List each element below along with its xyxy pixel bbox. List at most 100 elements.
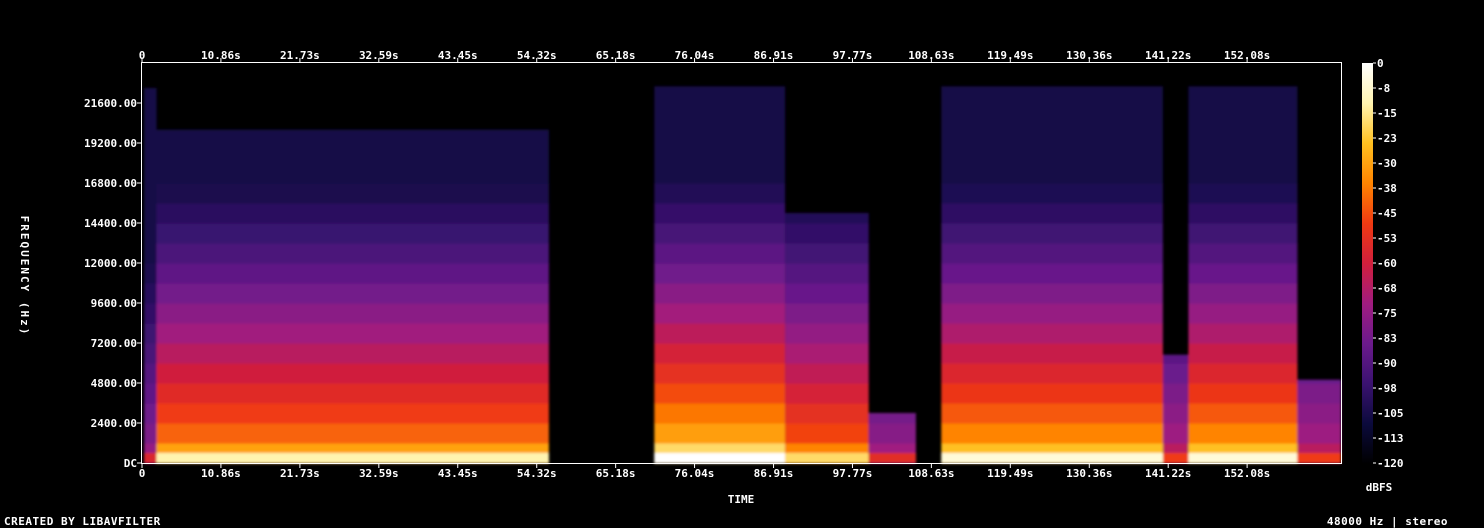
x-tick-label: 97.77s <box>833 467 873 480</box>
spectrogram-heatmap <box>144 86 1341 464</box>
colorbar-tick-label: -30 <box>1377 157 1397 170</box>
x-tick-label: 86.91s <box>754 467 794 480</box>
heat-cell <box>868 423 916 444</box>
heat-cell <box>144 423 157 444</box>
colorbar-tick-label: -45 <box>1377 207 1397 220</box>
heat-cell <box>654 223 786 244</box>
colorbar-tick-label: -75 <box>1377 307 1397 320</box>
colorbar-tick-label: -83 <box>1377 332 1397 345</box>
spectrogram-segment <box>144 88 157 464</box>
heat-cell <box>654 423 786 444</box>
heat-cell <box>1297 379 1341 384</box>
heat-cell <box>1188 323 1298 344</box>
heat-cell <box>1297 453 1341 463</box>
heat-cell <box>156 423 549 444</box>
heat-cell <box>654 143 786 164</box>
heat-cell <box>1188 343 1298 364</box>
heat-cell <box>1188 123 1298 144</box>
x-tick-label: 54.32s <box>517 467 557 480</box>
spectrogram-segment <box>1188 86 1298 464</box>
colorbar-tick-label: -15 <box>1377 107 1397 120</box>
heat-cell <box>654 103 786 124</box>
x-tick-label: 152.08s <box>1224 49 1270 62</box>
heat-cell <box>1188 383 1298 404</box>
x-tick-label: 43.45s <box>438 467 478 480</box>
colorbar <box>1362 63 1373 464</box>
heat-cell <box>941 86 1163 104</box>
heat-cell <box>144 363 157 384</box>
heat-cell <box>1188 203 1298 224</box>
heat-cell <box>941 183 1163 204</box>
x-tick-label: 10.86s <box>201 467 241 480</box>
heat-cell <box>785 213 869 224</box>
heat-cell <box>144 88 157 104</box>
heat-cell <box>785 283 869 304</box>
heat-cell <box>785 423 869 444</box>
y-axis-label: FREQUENCY (Hz) <box>18 216 31 337</box>
x-axis-bottom: 0 10.86s 21.73s 32.59s 43.45s 54.32s 65.18s 76.… <box>139 464 1270 480</box>
heat-cell <box>654 263 786 284</box>
heat-cell <box>1188 103 1298 124</box>
x-tick-label: 86.91s <box>754 49 794 62</box>
heat-cell <box>941 403 1163 424</box>
x-tick-label: 43.45s <box>438 49 478 62</box>
heat-cell <box>654 163 786 184</box>
format-text: 48000 Hz | stereo <box>1326 515 1448 528</box>
y-tick-label: DC <box>124 457 137 470</box>
heat-cell <box>1297 403 1341 424</box>
heat-cell <box>156 453 549 463</box>
spectrogram-segment <box>941 86 1163 464</box>
heat-cell <box>654 303 786 324</box>
x-tick-label: 130.36s <box>1066 467 1112 480</box>
heat-cell <box>654 283 786 304</box>
x-tick-label: 108.63s <box>908 49 954 62</box>
spectrogram-segment <box>868 413 916 464</box>
heat-cell <box>941 323 1163 344</box>
heat-cell <box>654 123 786 144</box>
x-tick-label: 76.04s <box>675 467 715 480</box>
y-tick-label: 4800.00 <box>91 377 137 390</box>
x-tick-label: 97.77s <box>833 49 873 62</box>
colorbar-tick-label: -98 <box>1377 382 1397 395</box>
heat-cell <box>868 453 916 463</box>
spectrogram-segment <box>654 86 786 464</box>
heat-cell <box>156 163 549 184</box>
colorbar-ticks: 0 -8 -15 -23 -30 -38 -45 -53 -60 -68 -75 -83 -90 -98 -… <box>1373 57 1404 470</box>
heat-cell <box>785 263 869 284</box>
x-tick-label: 108.63s <box>908 467 954 480</box>
heat-cell <box>156 403 549 424</box>
heat-cell <box>1163 363 1189 384</box>
heat-cell <box>868 413 916 424</box>
heat-cell <box>1297 423 1341 444</box>
x-tick-label: 65.18s <box>596 467 636 480</box>
heat-cell <box>156 383 549 404</box>
heat-cell <box>1163 383 1189 404</box>
heat-cell <box>1188 363 1298 384</box>
x-axis-label: TIME <box>728 493 755 506</box>
x-tick-label: 65.18s <box>596 49 636 62</box>
heat-cell <box>1163 453 1189 463</box>
heat-cell <box>156 243 549 264</box>
heat-cell <box>156 129 549 144</box>
heat-cell <box>1188 303 1298 324</box>
heat-cell <box>941 303 1163 324</box>
y-tick-label: 9600.00 <box>91 297 137 310</box>
heat-cell <box>654 243 786 264</box>
heat-cell <box>941 143 1163 164</box>
heat-cell <box>941 343 1163 364</box>
x-tick-label: 119.49s <box>987 49 1033 62</box>
colorbar-tick-label: -38 <box>1377 182 1397 195</box>
heat-cell <box>654 183 786 204</box>
colorbar-tick-label: -60 <box>1377 257 1397 270</box>
x-tick-label: 141.22s <box>1145 49 1191 62</box>
heat-cell <box>1188 283 1298 304</box>
heat-cell <box>144 403 157 424</box>
spectrogram-segment <box>156 129 549 464</box>
heat-cell <box>156 283 549 304</box>
heat-cell <box>1188 143 1298 164</box>
heat-cell <box>941 383 1163 404</box>
heat-cell <box>156 263 549 284</box>
x-tick-label: 21.73s <box>280 467 320 480</box>
heat-cell <box>156 183 549 204</box>
heat-cell <box>1188 223 1298 244</box>
